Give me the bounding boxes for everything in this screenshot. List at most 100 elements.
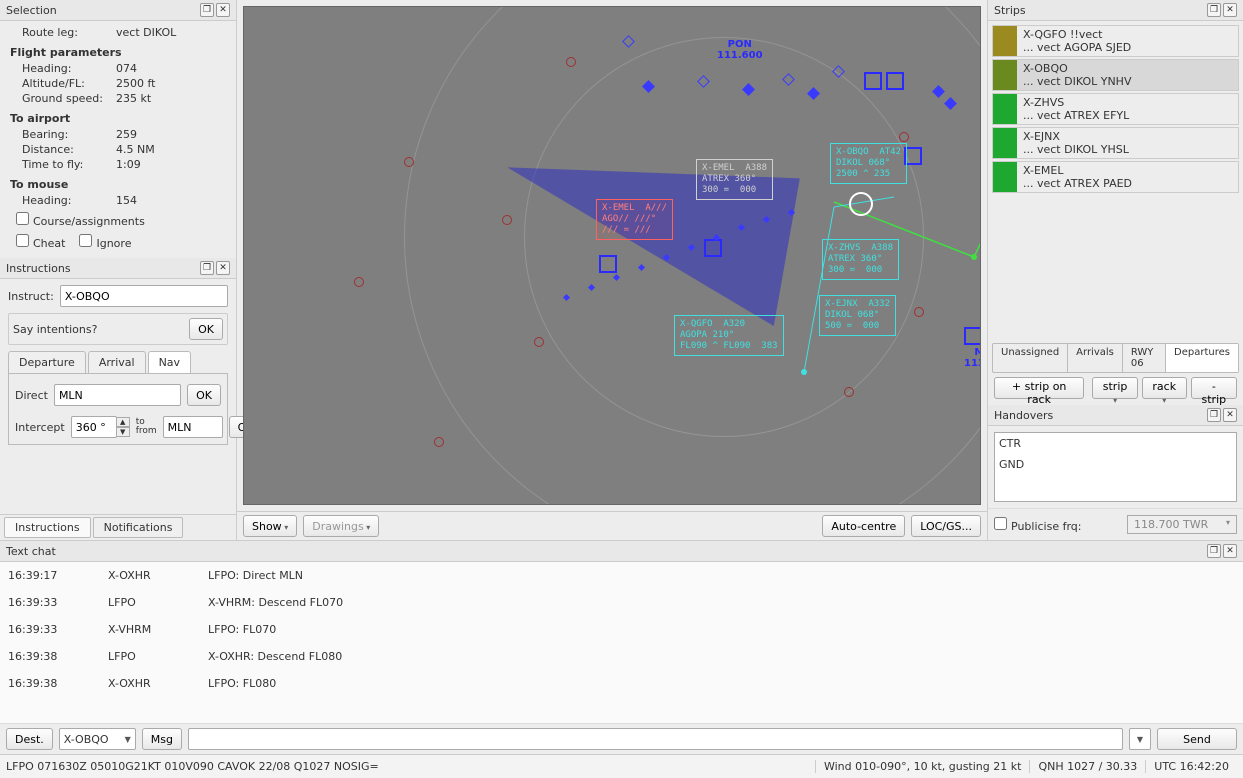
- alt-value: 2500 ft: [116, 77, 155, 90]
- close-icon[interactable]: ✕: [1223, 408, 1237, 422]
- add-strip-button[interactable]: + strip on rack: [994, 377, 1084, 399]
- handover-gnd: GND: [999, 458, 1232, 471]
- direct-input[interactable]: [54, 384, 181, 406]
- strip-callsign: X-EJNX: [1023, 130, 1232, 143]
- restore-icon[interactable]: ❐: [1207, 544, 1221, 558]
- handovers-title-text: Handovers: [994, 409, 1053, 422]
- instructions-title: Instructions ❐ ✕: [0, 258, 236, 279]
- tag-zhvs[interactable]: X-ZHVS A388 ATREX 360° 300 = 000: [822, 239, 899, 280]
- close-icon[interactable]: ✕: [216, 261, 230, 275]
- chat-time: 16:39:33: [8, 596, 108, 609]
- course-checkbox[interactable]: Course/assignments: [16, 212, 145, 228]
- chat-who: LFPO: [108, 596, 208, 609]
- strip-item[interactable]: X-ZHVS... vect ATREX EFYL: [992, 93, 1239, 125]
- frequency-value: 118.700 TWR: [1134, 518, 1208, 531]
- bearing-value: 259: [116, 128, 137, 141]
- strip-color: [993, 26, 1017, 56]
- ttf-value: 1:09: [116, 158, 141, 171]
- direct-ok-button[interactable]: OK: [187, 384, 221, 406]
- chat-who: X-VHRM: [108, 623, 208, 636]
- tab-departures[interactable]: Departures: [1166, 344, 1238, 372]
- chat-input[interactable]: [188, 728, 1123, 750]
- ignore-checkbox-label: Ignore: [96, 237, 131, 250]
- say-intentions-ok-button[interactable]: OK: [189, 318, 223, 340]
- textchat-title: Text chat ❐ ✕: [0, 541, 1243, 562]
- intercept-label: Intercept: [15, 421, 65, 434]
- tag-ejnx[interactable]: X-EJNX A332 DIKOL 068° 500 = 000: [819, 295, 896, 336]
- tab-rwy[interactable]: RWY 06: [1123, 344, 1166, 372]
- restore-icon[interactable]: ❐: [1207, 3, 1221, 17]
- status-bar: LFPO 071630Z 05010G21KT 010V090 CAVOK 22…: [0, 754, 1243, 778]
- send-button[interactable]: Send: [1157, 728, 1237, 750]
- msg-button[interactable]: Msg: [142, 728, 182, 750]
- chat-msg: X-OXHR: Descend FL080: [208, 650, 1235, 663]
- tag-obqo[interactable]: X-OBQO AT42 DIKOL 068° 2500 ^ 235: [830, 143, 907, 184]
- intercept-spinner[interactable]: ▲▼: [71, 416, 130, 438]
- distance-label: Distance:: [22, 143, 108, 156]
- drawings-dropdown[interactable]: Drawings: [303, 515, 379, 537]
- tab-departure[interactable]: Departure: [8, 351, 86, 373]
- publicise-checkbox[interactable]: Publicise frq:: [994, 517, 1082, 533]
- handover-ctr: CTR: [999, 437, 1232, 450]
- restore-icon[interactable]: ❐: [1207, 408, 1221, 422]
- cheat-checkbox[interactable]: Cheat: [16, 234, 65, 250]
- strip-color: [993, 94, 1017, 124]
- restore-icon[interactable]: ❐: [200, 261, 214, 275]
- handovers-list[interactable]: CTR GND: [994, 432, 1237, 502]
- dest-combo[interactable]: X-OBQO▼: [59, 728, 136, 750]
- tag-qgfo[interactable]: X-QGFO A320 AGOPA 210° FL090 ^ FL090 383: [674, 315, 784, 356]
- strip-item[interactable]: X-EJNX... vect DIKOL YHSL: [992, 127, 1239, 159]
- chat-time: 16:39:17: [8, 569, 108, 582]
- strip-route: ... vect AGOPA SJED: [1023, 41, 1232, 54]
- chat-who: X-OXHR: [108, 677, 208, 690]
- tab-arrivals[interactable]: Arrivals: [1068, 344, 1123, 372]
- intercept-fix-input[interactable]: [163, 416, 223, 438]
- instruct-label: Instruct:: [8, 290, 54, 303]
- locgs-button[interactable]: LOC/GS...: [911, 515, 981, 537]
- tab-instructions-bottom[interactable]: Instructions: [4, 517, 91, 538]
- tag-emel-warn[interactable]: X-EMEL A/// AGO// ///° /// = ///: [596, 199, 673, 240]
- ttf-label: Time to fly:: [22, 158, 108, 171]
- strip-dropdown[interactable]: strip: [1092, 377, 1138, 399]
- intercept-value-input[interactable]: [71, 416, 117, 438]
- strip-item[interactable]: X-QGFO !!vect... vect AGOPA SJED: [992, 25, 1239, 57]
- strip-route: ... vect ATREX PAED: [1023, 177, 1232, 190]
- dest-button[interactable]: Dest.: [6, 728, 53, 750]
- gs-value: 235 kt: [116, 92, 151, 105]
- strip-item[interactable]: X-OBQO... vect DIKOL YNHV: [992, 59, 1239, 91]
- chat-list[interactable]: 16:39:17X-OXHRLFPO: Direct MLN16:39:33LF…: [0, 562, 1243, 723]
- to-mouse-header: To mouse: [10, 172, 226, 193]
- strip-route: ... vect DIKOL YNHV: [1023, 75, 1232, 88]
- frequency-select[interactable]: 118.700 TWR ▾: [1127, 515, 1237, 534]
- chat-time: 16:39:38: [8, 650, 108, 663]
- strip-item[interactable]: X-EMEL... vect ATREX PAED: [992, 161, 1239, 193]
- autocentre-button[interactable]: Auto-centre: [822, 515, 905, 537]
- tab-nav[interactable]: Nav: [148, 351, 191, 373]
- tab-arrival[interactable]: Arrival: [88, 351, 146, 373]
- rack-dropdown[interactable]: rack: [1142, 377, 1187, 399]
- chat-row: 16:39:33LFPOX-VHRM: Descend FL070: [0, 589, 1243, 616]
- tab-unassigned[interactable]: Unassigned: [993, 344, 1068, 372]
- spin-up-icon[interactable]: ▲: [116, 417, 130, 427]
- strips-list: X-QGFO !!vect... vect AGOPA SJEDX-OBQO..…: [988, 21, 1243, 339]
- close-icon[interactable]: ✕: [1223, 544, 1237, 558]
- show-dropdown[interactable]: Show: [243, 515, 297, 537]
- tab-notifications-bottom[interactable]: Notifications: [93, 517, 184, 538]
- strip-color: [993, 162, 1017, 192]
- strip-rack-tabs: Unassigned Arrivals RWY 06 Departures: [992, 343, 1239, 373]
- strip-callsign: X-EMEL: [1023, 164, 1232, 177]
- instructions-panel: Instruct: Say intentions? OK Departure A…: [0, 279, 236, 451]
- ignore-checkbox[interactable]: Ignore: [79, 234, 131, 250]
- status-qnh: QNH 1027 / 30.33: [1029, 760, 1145, 773]
- chat-history-dropdown[interactable]: ▼: [1129, 728, 1151, 750]
- bearing-label: Bearing:: [22, 128, 108, 141]
- spin-down-icon[interactable]: ▼: [116, 427, 130, 437]
- radar-scope[interactable]: PON 111.600 MLN 113.600: [243, 6, 981, 505]
- instruct-input[interactable]: [60, 285, 228, 307]
- tag-emel[interactable]: X-EMEL A388 ATREX 360° 300 = 000: [696, 159, 773, 200]
- restore-icon[interactable]: ❐: [200, 3, 214, 17]
- close-icon[interactable]: ✕: [1223, 3, 1237, 17]
- close-icon[interactable]: ✕: [216, 3, 230, 17]
- selection-title-text: Selection: [6, 4, 57, 17]
- remove-strip-button[interactable]: - strip: [1191, 377, 1237, 399]
